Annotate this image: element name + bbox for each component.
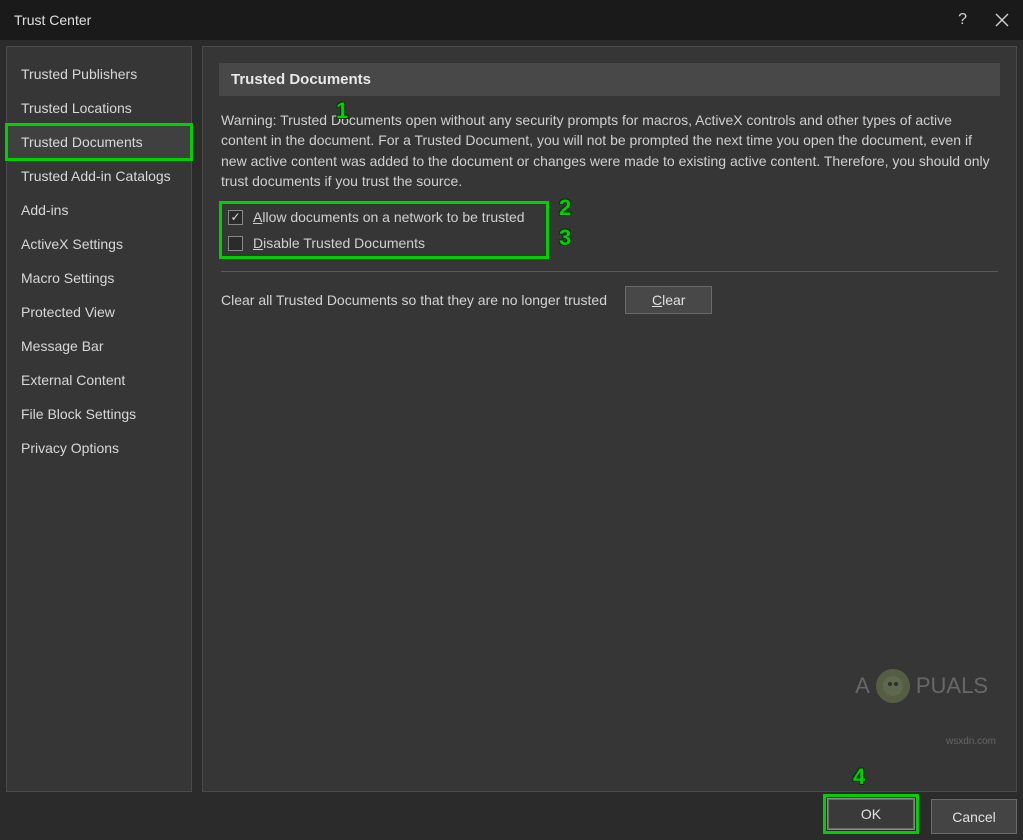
sidebar-item-protected-view[interactable]: Protected View [7, 295, 191, 329]
clear-text: Clear all Trusted Documents so that they… [221, 292, 607, 308]
titlebar-actions: ? [954, 0, 1015, 40]
checkbox-allow-network[interactable]: Allow documents on a network to be trust… [222, 204, 546, 230]
sidebar-item-external-content[interactable]: External Content [7, 363, 191, 397]
watermark: A PUALS [855, 669, 988, 703]
checkbox-icon[interactable] [228, 236, 243, 251]
sidebar-item-message-bar[interactable]: Message Bar [7, 329, 191, 363]
ok-button[interactable]: OK [828, 799, 914, 829]
cancel-button[interactable]: Cancel [931, 799, 1017, 834]
sidebar: Trusted Publishers Trusted Locations Tru… [6, 46, 192, 792]
sidebar-item-privacy-options[interactable]: Privacy Options [7, 431, 191, 465]
sidebar-item-trusted-locations[interactable]: Trusted Locations [7, 91, 191, 125]
sidebar-item-trusted-documents[interactable]: Trusted Documents [7, 125, 191, 159]
sidebar-item-trusted-addin-catalogs[interactable]: Trusted Add-in Catalogs [7, 159, 191, 193]
annotation-3: 3 [559, 225, 571, 251]
titlebar: Trust Center ? [0, 0, 1023, 40]
annotation-2: 2 [559, 195, 571, 221]
clear-row: Clear all Trusted Documents so that they… [219, 284, 1000, 316]
sidebar-item-file-block-settings[interactable]: File Block Settings [7, 397, 191, 431]
content-panel: Trusted Documents Warning: Trusted Docum… [202, 46, 1017, 792]
checkbox-icon[interactable] [228, 210, 243, 225]
watermark-logo-icon [876, 669, 910, 703]
dialog-body: Trusted Publishers Trusted Locations Tru… [0, 40, 1023, 798]
section-header: Trusted Documents [219, 63, 1000, 96]
checkbox-label: Disable Trusted Documents [253, 235, 425, 251]
sidebar-item-activex-settings[interactable]: ActiveX Settings [7, 227, 191, 261]
sidebar-item-trusted-publishers[interactable]: Trusted Publishers [7, 57, 191, 91]
warning-text: Warning: Trusted Documents open without … [221, 110, 998, 191]
dialog-footer: OK 4 Cancel [823, 794, 1017, 834]
credit-text: wsxdn.com [946, 736, 996, 747]
close-icon[interactable] [989, 7, 1015, 33]
sidebar-item-macro-settings[interactable]: Macro Settings [7, 261, 191, 295]
checkbox-label: Allow documents on a network to be trust… [253, 209, 525, 225]
divider [221, 271, 998, 272]
window-title: Trust Center [14, 12, 91, 28]
sidebar-item-add-ins[interactable]: Add-ins [7, 193, 191, 227]
checkbox-disable-trusted[interactable]: Disable Trusted Documents [222, 230, 546, 256]
clear-button[interactable]: Clear [625, 286, 712, 314]
help-icon[interactable]: ? [954, 11, 971, 29]
